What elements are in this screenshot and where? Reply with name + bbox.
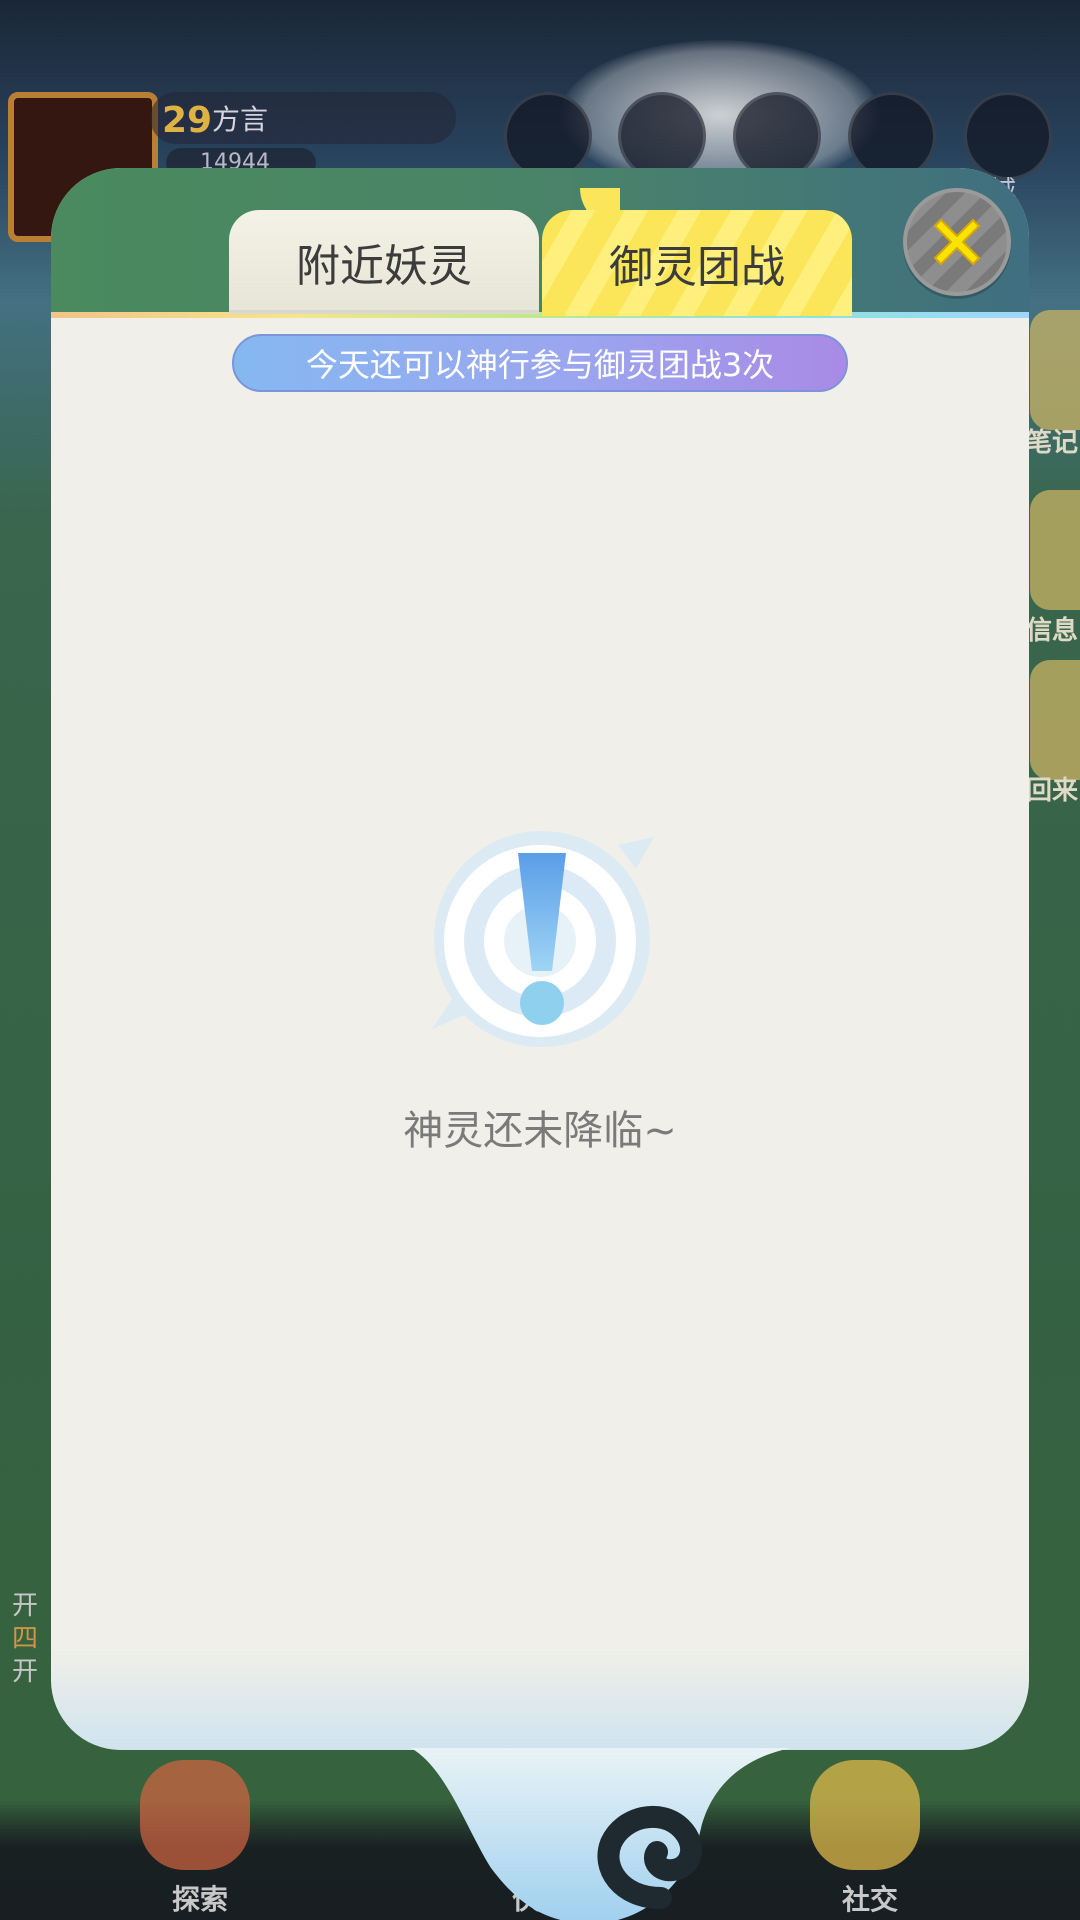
tab-spirit-team-battle[interactable]: 御灵团战 [542, 210, 852, 316]
bottom-fade [51, 1648, 1029, 1750]
empty-state-message: 神灵还未降临~ [403, 1108, 677, 1154]
battle-dialog: 附近妖灵 御灵团战 今天还可以神行参与御灵团战3次 神灵还未降临~ [51, 168, 1029, 1920]
remaining-attempts-banner: 今天还可以神行参与御灵团战3次 [232, 334, 848, 392]
close-button[interactable] [903, 188, 1011, 296]
remaining-attempts-text: 今天还可以神行参与御灵团战3次 [305, 346, 775, 384]
header-rainbow-divider [51, 312, 1029, 318]
close-x-icon [934, 219, 980, 265]
exclamation-icon [432, 831, 654, 1047]
dialog-panel: 附近妖灵 御灵团战 今天还可以神行参与御灵团战3次 神灵还未降临~ [51, 168, 1029, 1750]
dialog-header [51, 168, 1029, 313]
tab-nearby-spirits[interactable]: 附近妖灵 [229, 210, 539, 314]
tab-nearby-spirits-label: 附近妖灵 [296, 241, 472, 292]
tab-spirit-team-battle-label: 御灵团战 [609, 242, 785, 293]
speech-tail-swirl [411, 1748, 791, 1920]
